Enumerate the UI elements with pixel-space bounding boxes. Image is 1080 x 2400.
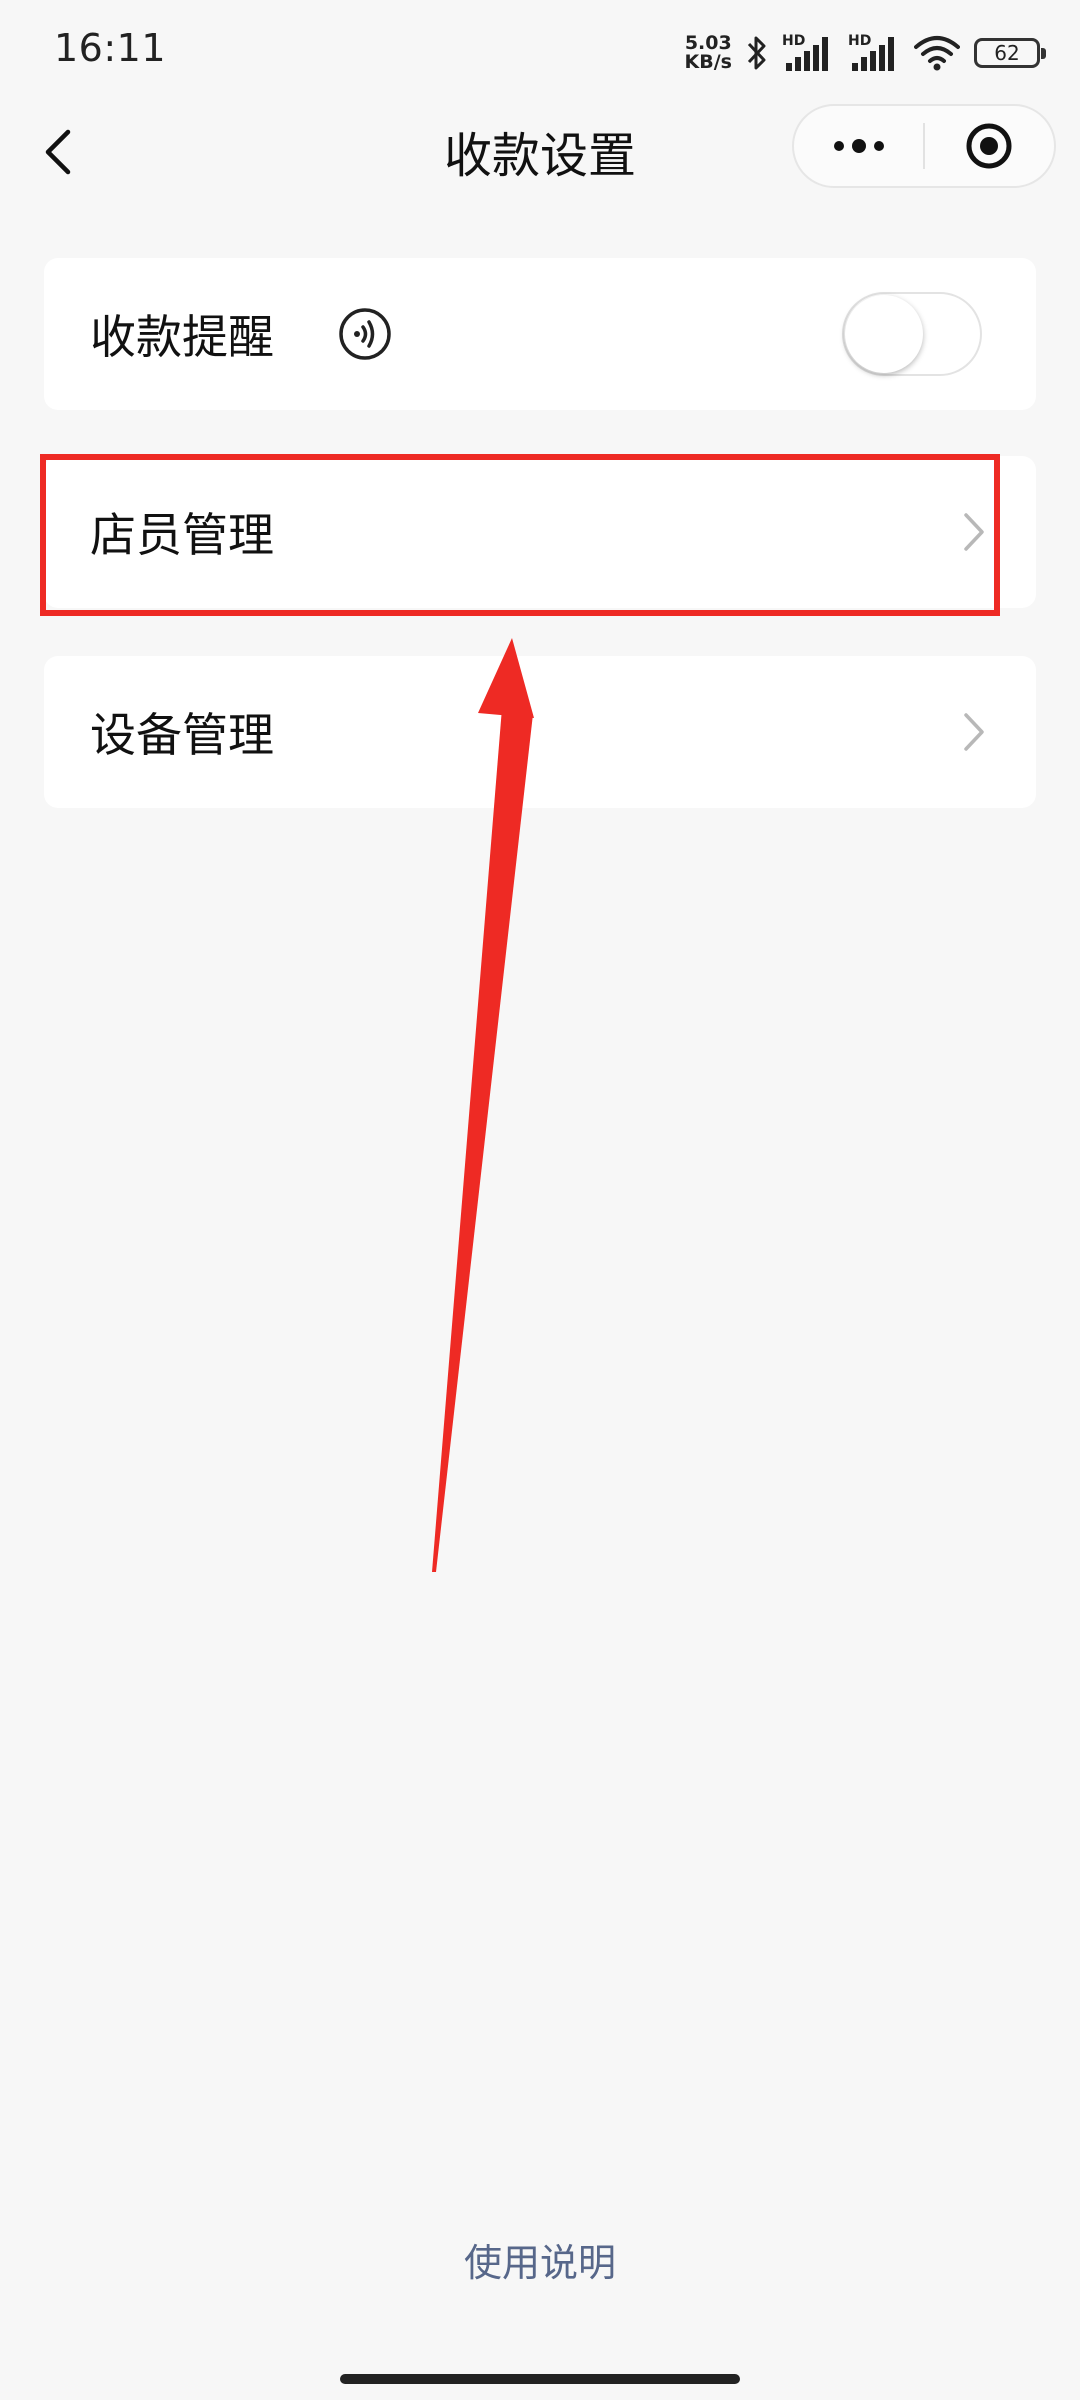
battery-icon: 62 bbox=[974, 38, 1046, 68]
status-icons: 5.03 KB/s HD HD 62 bbox=[685, 30, 1046, 76]
battery-level: 62 bbox=[994, 41, 1020, 65]
bluetooth-icon bbox=[747, 36, 766, 70]
network-speed: 5.03 KB/s bbox=[685, 34, 732, 72]
network-speed-unit: KB/s bbox=[684, 51, 732, 73]
staff-management-row[interactable]: 店员管理 bbox=[44, 456, 1036, 608]
payment-reminder-toggle[interactable] bbox=[842, 292, 982, 376]
signal-icon: HD bbox=[848, 33, 900, 73]
more-icon bbox=[833, 139, 884, 153]
status-time: 16:11 bbox=[54, 26, 167, 70]
payment-reminder-row: 收款提醒 bbox=[44, 258, 1036, 410]
status-bar: 16:11 5.03 KB/s HD HD 62 bbox=[0, 0, 1080, 104]
payment-reminder-label: 收款提醒 bbox=[90, 310, 274, 364]
toggle-knob bbox=[845, 295, 923, 373]
more-button[interactable] bbox=[794, 106, 923, 186]
usage-instructions-link[interactable]: 使用说明 bbox=[0, 2232, 1080, 2287]
staff-management-label: 店员管理 bbox=[90, 508, 274, 562]
home-indicator[interactable] bbox=[340, 2374, 740, 2384]
chevron-right-icon bbox=[964, 513, 984, 551]
device-management-row[interactable]: 设备管理 bbox=[44, 656, 1036, 808]
signal-icon: HD bbox=[782, 33, 834, 73]
close-miniprogram-icon bbox=[966, 123, 1012, 169]
close-miniprogram-button[interactable] bbox=[925, 106, 1054, 186]
chevron-right-icon bbox=[964, 713, 984, 751]
sound-icon[interactable] bbox=[338, 307, 392, 361]
nav-bar: 收款设置 bbox=[0, 104, 1080, 224]
wifi-icon bbox=[914, 36, 960, 71]
device-management-label: 设备管理 bbox=[90, 708, 274, 762]
miniprogram-capsule bbox=[792, 104, 1056, 188]
